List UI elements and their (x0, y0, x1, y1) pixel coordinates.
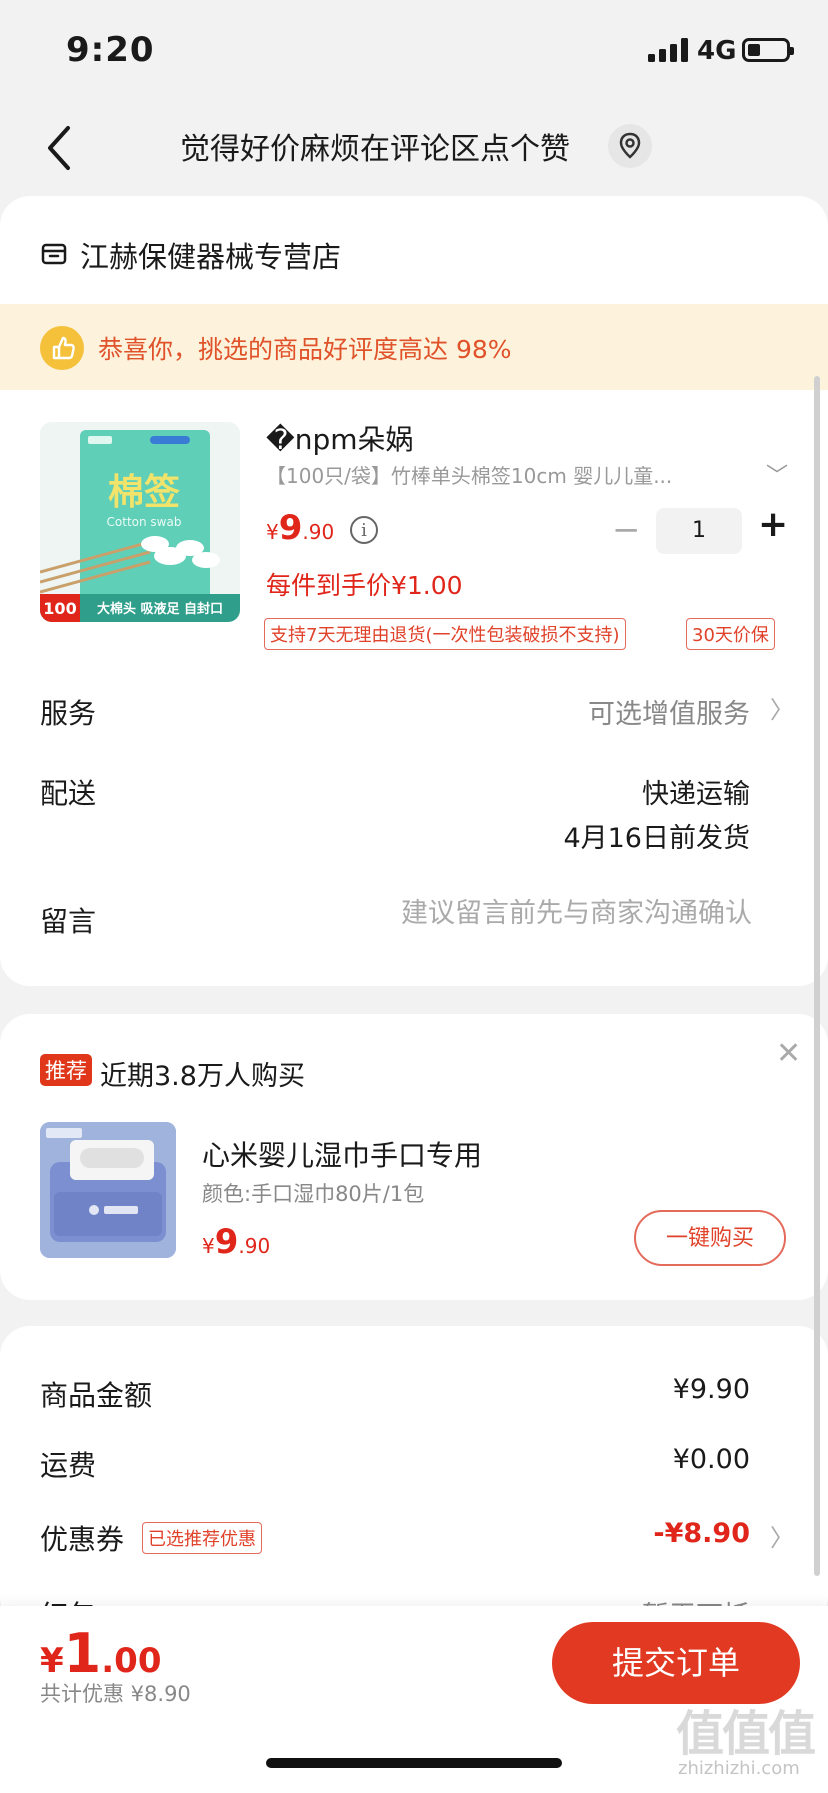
chevron-down-icon[interactable]: ﹀ (766, 458, 788, 490)
product-title[interactable]: �npm朵娲 (266, 418, 786, 458)
product-image[interactable]: 棉签 Cotton swab 100 大棉头 吸液足 自封口 (40, 422, 240, 622)
price-decimal: .90 (302, 520, 335, 544)
goods-amount-label: 商品金额 (40, 1379, 153, 1412)
scrollbar[interactable] (814, 376, 820, 1576)
goods-amount-value: ¥9.90 (672, 1374, 750, 1405)
message-input[interactable] (300, 898, 752, 929)
price-protect-tag: 30天价保 (686, 618, 775, 650)
quantity-increase-button[interactable]: + (758, 504, 788, 545)
rec-price-integer: 9 (214, 1222, 239, 1262)
info-icon[interactable]: i (350, 516, 378, 544)
recommend-headline: 近期3.8万人购买 (100, 1061, 305, 1092)
battery-icon (742, 38, 794, 62)
product-image-brand: 棉签 (108, 472, 180, 513)
product-price: ¥9.90 (266, 508, 334, 548)
back-button[interactable] (36, 118, 86, 178)
total-currency: ¥ (40, 1641, 64, 1681)
recommend-spec: 颜色:手口湿巾80片/1包 (202, 1182, 425, 1206)
recommend-badge: 推荐 (40, 1054, 92, 1086)
quantity-decrease-button[interactable]: − (612, 510, 641, 550)
rec-price-currency: ¥ (202, 1234, 215, 1258)
coupon-tag: 已选推荐优惠 (142, 1522, 262, 1554)
rec-price-decimal: .90 (238, 1234, 271, 1258)
coupon-label: 优惠券 (40, 1523, 125, 1556)
buy-now-button[interactable]: 一键购买 (634, 1210, 786, 1266)
service-option[interactable]: 可选增值服务 (588, 692, 750, 731)
location-button[interactable] (608, 124, 652, 168)
watermark-logo: 值值值 (676, 1706, 816, 1762)
product-image-badge: 100 (43, 599, 76, 618)
page-title: 觉得好价麻烦在评论区点个赞 (180, 132, 570, 167)
chevron-right-icon[interactable]: 〉 (770, 1518, 794, 1553)
shop-icon (41, 243, 67, 265)
shipping-value: ¥0.00 (672, 1444, 750, 1475)
unit-price: 每件到手价¥1.00 (266, 571, 463, 600)
delivery-label: 配送 (40, 777, 97, 810)
chevron-right-icon[interactable]: 〉 (770, 690, 794, 725)
product-image-sub: Cotton swab (107, 515, 182, 529)
product-spec[interactable]: 【100只/袋】竹棒单头棉签10cm 婴儿儿童... (266, 460, 766, 489)
total-discount: 共计优惠 ¥8.90 (40, 1682, 191, 1706)
home-indicator[interactable] (266, 1758, 562, 1768)
network-type: 4G (697, 36, 737, 66)
delivery-date: 4月16日前发货 (563, 823, 750, 854)
summary-card (0, 1326, 828, 1626)
recommend-product-image[interactable] (40, 1122, 176, 1258)
rating-banner-text: 恭喜你，挑选的商品好评度高达 98% (98, 335, 512, 364)
coupon-value[interactable]: -¥8.90 (653, 1518, 750, 1549)
shipping-label: 运费 (40, 1449, 97, 1482)
product-image-slogan: 大棉头 吸液足 自封口 (97, 601, 223, 617)
quantity-input[interactable]: 1 (656, 508, 742, 554)
watermark-url: zhizhizhi.com (678, 1758, 800, 1779)
price-integer: 9 (278, 508, 303, 548)
message-label: 留言 (40, 905, 97, 938)
signal-icon (648, 38, 688, 62)
return-policy-tag: 支持7天无理由退货(一次性包装破损不支持) (264, 618, 626, 650)
shop-name[interactable]: 江赫保健器械专营店 (80, 234, 341, 276)
recommend-title[interactable]: 心米婴儿湿巾手口专用 (202, 1134, 482, 1174)
submit-order-button[interactable]: 提交订单 (552, 1622, 800, 1704)
close-icon[interactable]: ✕ (776, 1036, 801, 1071)
service-label: 服务 (40, 697, 97, 730)
price-currency: ¥ (266, 520, 279, 544)
thumbs-up-icon (40, 326, 84, 370)
recommend-price: ¥9.90 (202, 1222, 270, 1262)
total-decimal: .00 (101, 1641, 162, 1681)
status-time: 9:20 (66, 30, 155, 70)
total-integer: 1 (63, 1622, 102, 1685)
delivery-method: 快递运输 (642, 779, 750, 810)
location-pin-icon (619, 132, 641, 159)
total-price: ¥1.00 (40, 1622, 161, 1685)
